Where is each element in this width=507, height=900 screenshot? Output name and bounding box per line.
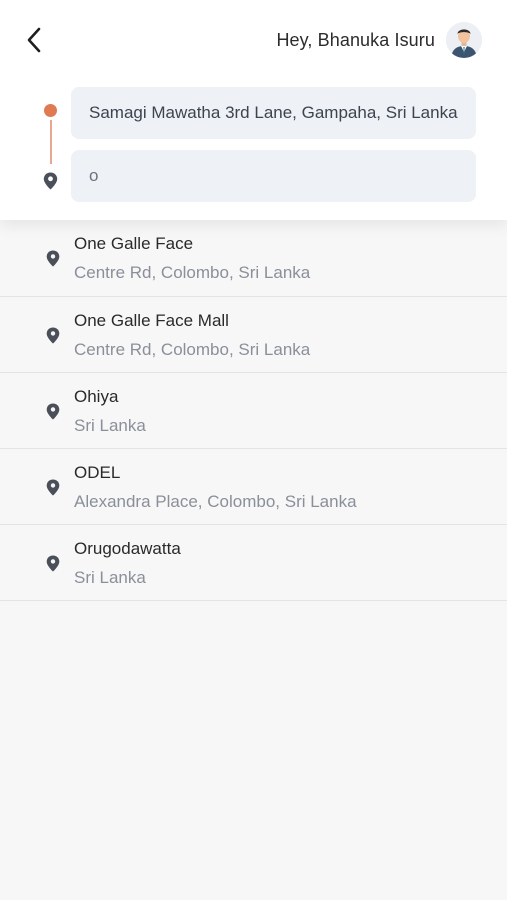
destination-search-field[interactable]: o: [71, 150, 476, 202]
result-address: Centre Rd, Colombo, Sri Lanka: [74, 340, 311, 359]
map-pin-icon: [46, 479, 60, 496]
result-name: One Galle Face Mall: [74, 311, 229, 330]
map-pin-icon: [46, 403, 60, 420]
avatar[interactable]: [446, 22, 482, 58]
user-avatar-icon: [446, 22, 482, 58]
result-address: Sri Lanka: [74, 568, 146, 587]
back-button[interactable]: [18, 24, 50, 56]
chevron-left-icon: [27, 27, 41, 53]
result-name: Ohiya: [74, 387, 119, 406]
map-pin-icon: [46, 555, 60, 572]
list-item[interactable]: One Galle Face Mall Centre Rd, Colombo, …: [0, 297, 507, 373]
list-item[interactable]: Orugodawatta Sri Lanka: [0, 525, 507, 601]
greeting-text: Hey, Bhanuka Isuru: [276, 30, 435, 50]
route-connector-line: [49, 120, 52, 164]
result-address: Centre Rd, Colombo, Sri Lanka: [74, 263, 311, 282]
map-pin-icon: [46, 327, 60, 344]
map-pin-icon: [43, 172, 58, 190]
search-results-list: One Galle Face Centre Rd, Colombo, Sri L…: [0, 220, 507, 601]
route-header: Hey, Bhanuka Isuru Samagi Mawatha 3rd La…: [0, 0, 507, 220]
result-name: ODEL: [74, 463, 121, 482]
list-item[interactable]: One Galle Face Centre Rd, Colombo, Sri L…: [0, 220, 507, 297]
result-name: One Galle Face: [74, 234, 194, 253]
route-indicator: [40, 100, 60, 196]
pickup-location-field[interactable]: Samagi Mawatha 3rd Lane, Gampaha, Sri La…: [71, 87, 476, 139]
result-name: Orugodawatta: [74, 539, 181, 558]
list-item[interactable]: ODEL Alexandra Place, Colombo, Sri Lanka: [0, 449, 507, 525]
list-item[interactable]: Ohiya Sri Lanka: [0, 373, 507, 449]
result-address: Sri Lanka: [74, 416, 146, 435]
origin-dot-icon: [44, 104, 57, 117]
result-address: Alexandra Place, Colombo, Sri Lanka: [74, 492, 357, 511]
map-pin-icon: [46, 250, 60, 267]
